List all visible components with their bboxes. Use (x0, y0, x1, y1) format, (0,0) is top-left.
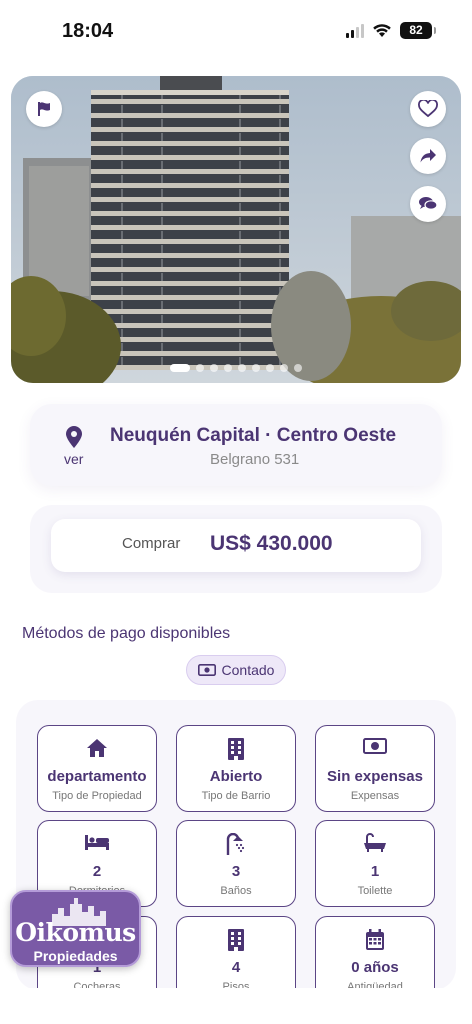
status-icons: 82 (346, 22, 436, 39)
feature-value: 4 (231, 959, 241, 976)
carousel-dot[interactable] (196, 364, 204, 372)
carousel-indicator[interactable] (11, 364, 461, 372)
feature-value: departamento (47, 768, 147, 785)
payment-method-label: Contado (221, 662, 275, 678)
carousel-dot[interactable] (280, 364, 288, 372)
feature-value: Abierto (209, 768, 263, 785)
map-link[interactable]: ver (64, 451, 83, 467)
chat-icon (419, 197, 438, 210)
price-value: US$ 430.000 (210, 532, 333, 555)
carousel-dot[interactable] (252, 364, 260, 372)
carousel-dot[interactable] (294, 364, 302, 372)
logo-subtitle: Propiedades (33, 948, 118, 964)
feature-label: Expensas (350, 790, 400, 802)
feature-card: 3 Baños (176, 820, 296, 907)
agency-logo[interactable]: Oikomus Propiedades (10, 890, 141, 967)
property-photo-carousel[interactable] (11, 76, 461, 383)
carousel-dot[interactable] (238, 364, 246, 372)
feature-label: Tipo de Propiedad (52, 790, 142, 802)
favorite-button[interactable] (410, 91, 446, 127)
bathtub-icon (364, 833, 386, 852)
home-icon (87, 739, 107, 757)
chat-button[interactable] (410, 186, 446, 222)
share-icon (420, 149, 436, 163)
feature-value: 0 años (351, 959, 399, 976)
feature-card: 1 Toilette (315, 820, 435, 907)
flag-icon (38, 102, 50, 116)
report-flag-button[interactable] (26, 91, 62, 127)
carousel-dot[interactable] (266, 364, 274, 372)
property-photo (11, 76, 461, 383)
battery-indicator: 82 (400, 22, 436, 39)
wifi-icon (373, 24, 391, 37)
payment-methods-title: Métodos de pago disponibles (22, 625, 231, 642)
feature-card: departamento Tipo de Propiedad (37, 725, 157, 812)
feature-card: Abierto Tipo de Barrio (176, 725, 296, 812)
shower-icon (226, 833, 245, 855)
bed-icon (85, 835, 109, 850)
building-icon (228, 738, 244, 760)
feature-label: Tipo de Barrio (201, 790, 271, 802)
feature-value: 1 (370, 863, 380, 880)
money-icon (197, 664, 216, 676)
operation-label: Comprar (122, 535, 181, 552)
logo-name: Oikomus (15, 918, 136, 947)
bottom-safe-area (0, 988, 472, 1024)
status-bar: 18:04 82 (0, 0, 472, 64)
feature-value: 3 (231, 863, 241, 880)
heart-icon (418, 100, 438, 118)
calendar-icon (366, 929, 384, 950)
price-card: Comprar US$ 430.000 (51, 519, 421, 572)
status-time: 18:04 (62, 20, 114, 42)
building-icon (228, 929, 244, 951)
carousel-dot[interactable] (170, 364, 190, 372)
feature-card: Sin expensas Expensas (315, 725, 435, 812)
price-section: Comprar US$ 430.000 (30, 505, 442, 593)
carousel-dot[interactable] (210, 364, 218, 372)
location-card: ver Neuquén Capital · Centro Oeste Belgr… (30, 404, 442, 486)
feature-value: Sin expensas (327, 768, 423, 785)
feature-label: Toilette (357, 885, 393, 897)
money-icon (363, 738, 387, 754)
map-pin-icon[interactable] (66, 426, 82, 448)
feature-card: 0 años Antigüedad (315, 916, 435, 990)
location-title: Neuquén Capital · Centro Oeste (110, 425, 397, 446)
signal-icon (346, 23, 364, 38)
location-address: Belgrano 531 (210, 451, 300, 468)
carousel-dot[interactable] (224, 364, 232, 372)
payment-method-chip: Contado (186, 655, 286, 685)
share-button[interactable] (410, 138, 446, 174)
feature-value: 2 (92, 863, 102, 880)
feature-label: Baños (220, 885, 252, 897)
feature-card: 4 Pisos (176, 916, 296, 990)
